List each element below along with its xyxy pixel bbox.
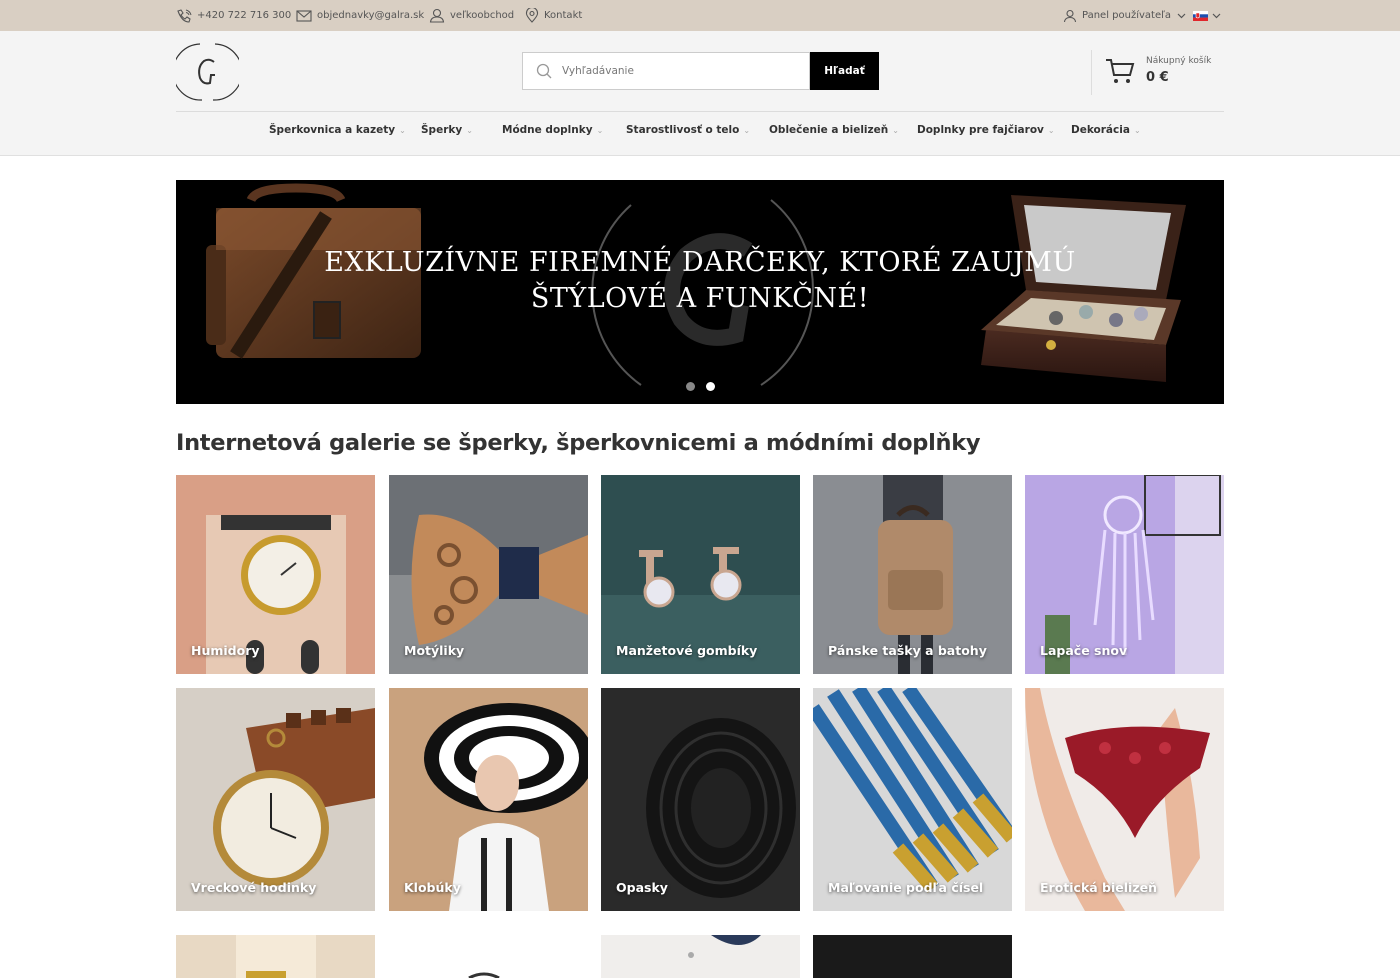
- belt-image: [601, 688, 800, 911]
- category-tile[interactable]: Erotická bielizeň: [1025, 688, 1224, 911]
- category-label: Manžetové gombíky: [616, 643, 758, 658]
- category-label: Klobúky: [404, 880, 461, 895]
- paintbrushes-image: [813, 688, 1012, 911]
- chevron-down-icon: ⌄: [399, 125, 406, 135]
- nav-label: Starostlivosť o telo: [626, 124, 740, 136]
- chevron-down-icon: ⌄: [596, 125, 604, 135]
- wholesale-link[interactable]: veľkoobchod: [429, 0, 514, 31]
- category-tile[interactable]: [389, 935, 588, 978]
- nav-item-body-care[interactable]: Starostlivosť o telo ⌄: [626, 124, 750, 136]
- site-header: Hľadať Nákupný košík 0 € Šperkovnica a k…: [0, 31, 1400, 156]
- category-label: Pánske tašky a batohy: [828, 643, 987, 658]
- chevron-down-icon: ⌄: [1047, 125, 1055, 135]
- user-outline-icon: [429, 8, 445, 23]
- nav-item-smoking-accessories[interactable]: Doplnky pre fajčiarov ⌄: [917, 124, 1055, 136]
- nav-item-jewelry[interactable]: Šperky ⌄: [421, 124, 473, 136]
- category-tile[interactable]: [813, 935, 1012, 978]
- top-bar: +420 722 716 300 objednavky@galra.sk veľ…: [0, 0, 1400, 31]
- nav-item-decoration[interactable]: Dekorácia ⌄: [1071, 124, 1141, 136]
- contact-label: Kontakt: [544, 10, 583, 21]
- chevron-down-icon: [1212, 13, 1221, 18]
- nav-label: Doplnky pre fajčiarov: [917, 124, 1044, 136]
- banner-title: EXKLUZÍVNE FIREMNÉ DARČEKY, KTORÉ ZAUJMÚ…: [176, 245, 1224, 317]
- search-icon: [536, 63, 552, 79]
- chevron-down-icon: ⌄: [892, 125, 899, 135]
- category-label: Motýliky: [404, 643, 465, 658]
- cart-label: Nákupný košík: [1146, 56, 1212, 66]
- nav-item-clothing[interactable]: Oblečenie a bielizeň ⌄: [769, 124, 899, 136]
- search-box[interactable]: [522, 52, 810, 90]
- nav-item-fashion-accessories[interactable]: Módne doplnky ⌄: [502, 124, 603, 136]
- category-label: Maľovanie podľa čísel: [828, 880, 984, 895]
- chevron-down-icon: [1177, 13, 1186, 18]
- product-image: [813, 935, 1012, 978]
- nav-label: Módne doplnky: [502, 124, 593, 136]
- galra-logo[interactable]: [172, 40, 243, 102]
- chevron-down-icon: ⌄: [466, 125, 473, 135]
- wholesale-label: veľkoobchod: [450, 10, 515, 21]
- cart-divider: [1091, 50, 1092, 95]
- category-tile[interactable]: Vreckové hodinky: [176, 688, 375, 911]
- nav-label: Šperkovnica a kazety: [269, 124, 396, 136]
- category-label: Vreckové hodinky: [191, 880, 317, 895]
- banner-title-line1: EXKLUZÍVNE FIREMNÉ DARČEKY, KTORÉ ZAUJMÚ: [324, 247, 1076, 278]
- product-image: [601, 935, 800, 978]
- envelope-icon: [296, 9, 312, 22]
- slider-dot-2[interactable]: [706, 382, 715, 391]
- email-link[interactable]: objednavky@galra.sk: [296, 0, 424, 31]
- category-tile[interactable]: Pánske tašky a batohy: [813, 475, 1012, 674]
- category-tile[interactable]: [176, 935, 375, 978]
- nav-item-jewelry-boxes[interactable]: Šperkovnica a kazety ⌄: [269, 124, 406, 136]
- pocket-watch-image: [176, 688, 375, 911]
- nav-label: Oblečenie a bielizeň: [769, 124, 889, 136]
- user-icon: [1063, 9, 1077, 22]
- product-image: [176, 935, 375, 978]
- product-image: [389, 935, 588, 978]
- shopping-cart[interactable]: Nákupný košík 0 €: [1105, 53, 1225, 93]
- category-label: Opasky: [616, 880, 668, 895]
- category-label: Lapače snov: [1040, 643, 1128, 658]
- slider-dot-1[interactable]: [686, 382, 695, 391]
- hero-banner[interactable]: EXKLUZÍVNE FIREMNÉ DARČEKY, KTORÉ ZAUJMÚ…: [176, 180, 1224, 404]
- hat-image: [389, 688, 588, 911]
- category-tile[interactable]: [601, 935, 800, 978]
- category-label: Humidory: [191, 643, 260, 658]
- category-tile[interactable]: Opasky: [601, 688, 800, 911]
- email-address: objednavky@galra.sk: [317, 10, 425, 21]
- banner-title-line2: ŠTÝLOVÉ A FUNKČNÉ!: [530, 283, 870, 314]
- user-panel-dropdown[interactable]: Panel používateľa: [1063, 0, 1191, 31]
- phone-link[interactable]: +420 722 716 300: [176, 0, 291, 31]
- category-tile[interactable]: Lapače snov: [1025, 475, 1224, 674]
- category-tile[interactable]: Maľovanie podľa čísel: [813, 688, 1012, 911]
- chevron-down-icon: ⌄: [1133, 125, 1141, 135]
- search-button[interactable]: Hľadať: [810, 52, 879, 90]
- phone-number: +420 722 716 300: [197, 10, 292, 21]
- category-tile[interactable]: Manžetové gombíky: [601, 475, 800, 674]
- lingerie-image: [1025, 688, 1224, 911]
- page-heading: Internetová galerie se šperky, šperkovni…: [176, 430, 981, 456]
- language-dropdown[interactable]: [1193, 0, 1226, 31]
- category-tile[interactable]: Motýliky: [389, 475, 588, 674]
- phone-icon: [177, 8, 192, 23]
- nav-divider: [176, 111, 1224, 112]
- nav-label: Dekorácia: [1071, 124, 1130, 136]
- cart-icon: [1106, 59, 1135, 83]
- location-pin-icon: [525, 8, 539, 23]
- search-input[interactable]: [562, 65, 782, 77]
- chevron-down-icon: ⌄: [743, 125, 751, 135]
- cart-total: 0 €: [1146, 70, 1169, 85]
- category-tile[interactable]: Humidory: [176, 475, 375, 674]
- user-panel-label: Panel používateľa: [1082, 10, 1171, 21]
- slovak-flag-icon: [1193, 10, 1208, 21]
- nav-label: Šperky: [421, 124, 463, 136]
- contact-link[interactable]: Kontakt: [525, 0, 582, 31]
- category-tile[interactable]: Klobúky: [389, 688, 588, 911]
- category-label: Erotická bielizeň: [1040, 880, 1157, 895]
